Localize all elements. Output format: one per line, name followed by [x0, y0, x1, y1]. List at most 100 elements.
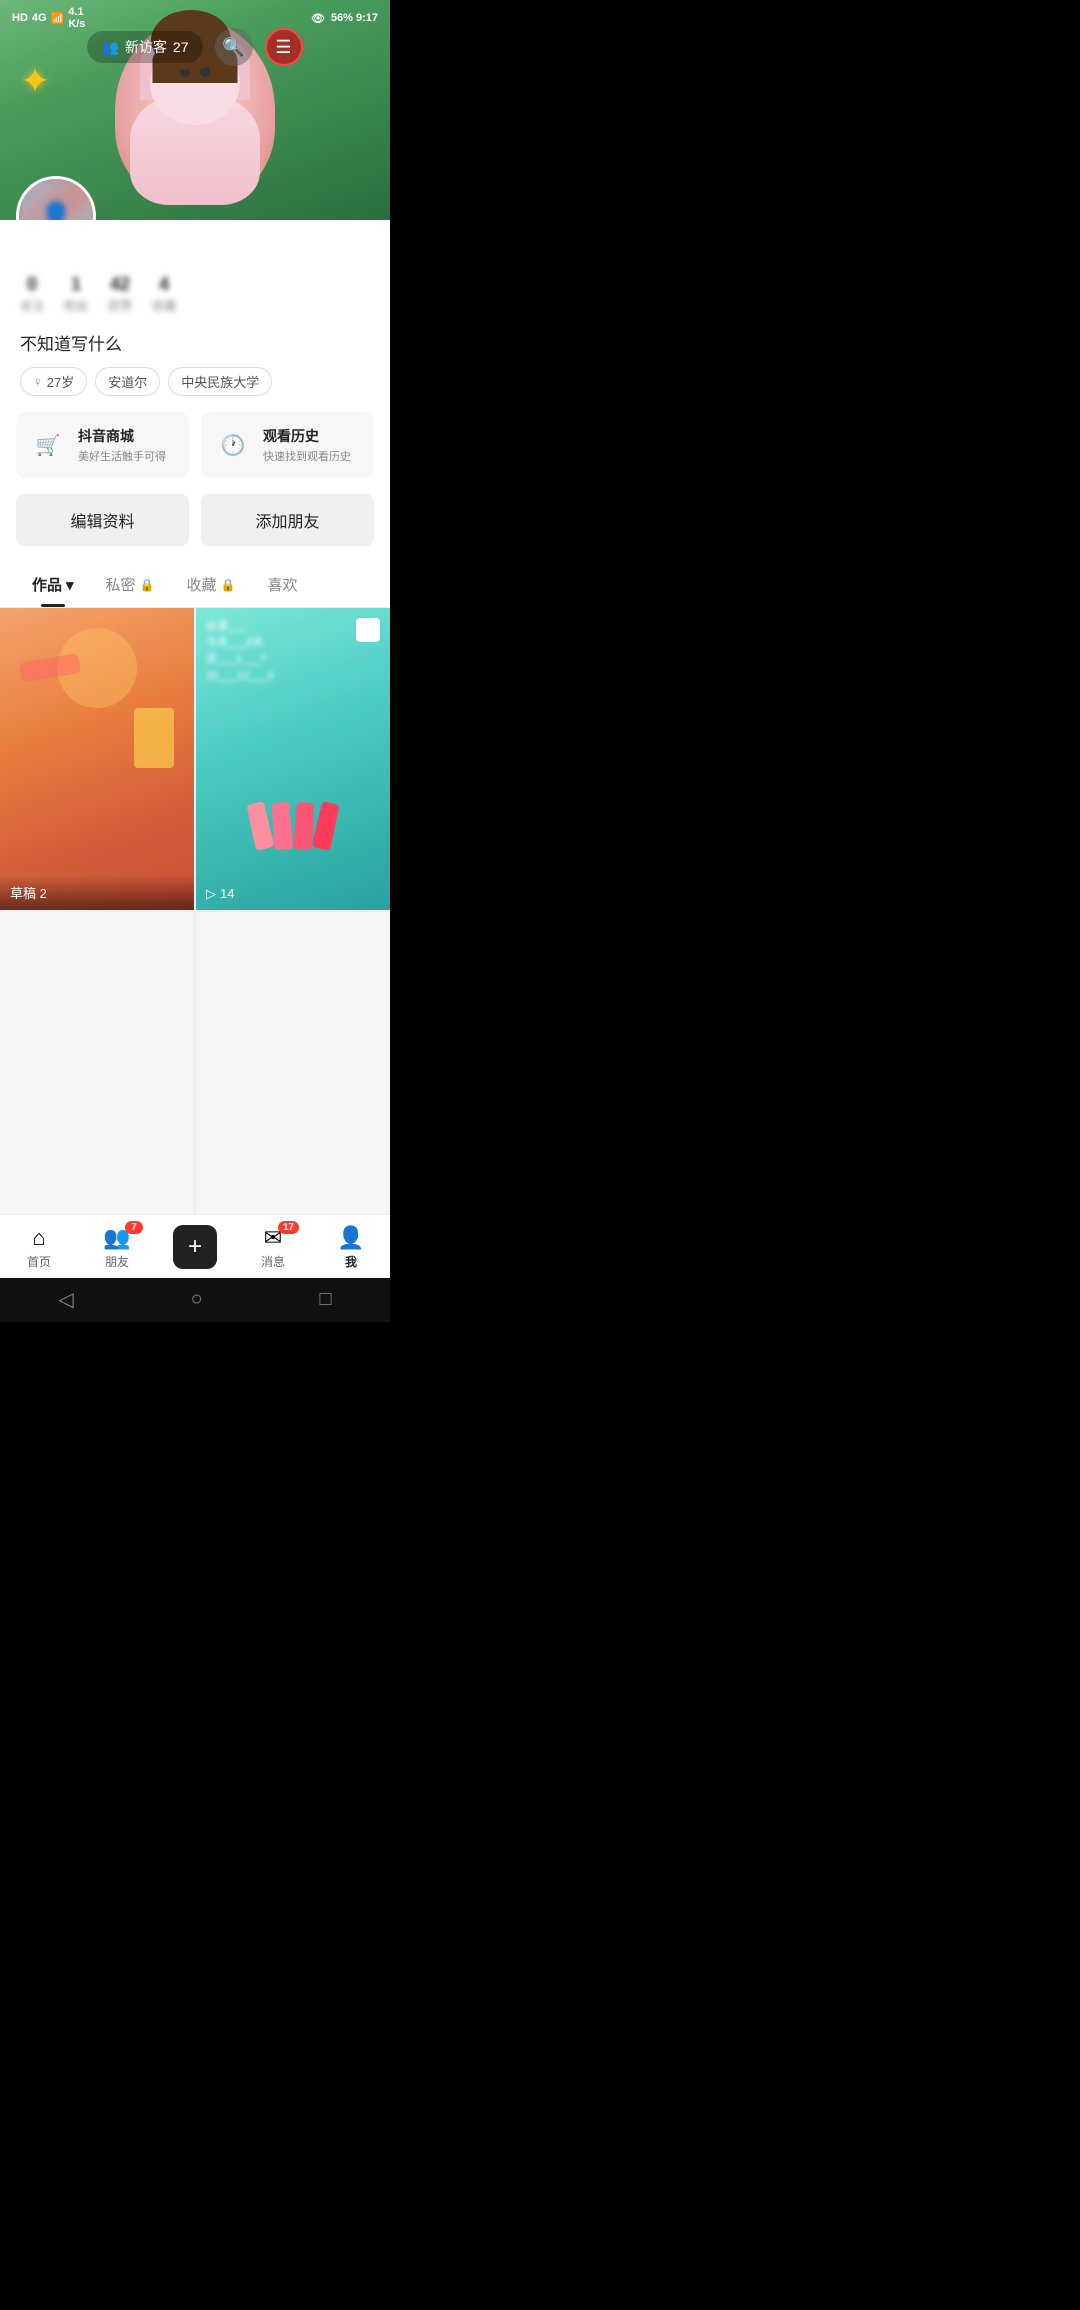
tab-works[interactable]: 作品 ▾ — [16, 562, 90, 607]
edit-profile-button[interactable]: 编辑资料 — [16, 494, 189, 546]
stat-likes-label: 获赞 — [108, 297, 132, 314]
stat-likes-num: 42 — [110, 274, 130, 295]
tag-school-text: 中央民族大学 — [181, 372, 259, 391]
thumb-draft[interactable]: 草稿 2 — [0, 608, 194, 910]
status-bar: HD 4G 📶 4.1K/s 👁 56% 9:17 — [0, 0, 390, 34]
thumb-info-line3: 还___1___? — [206, 651, 380, 668]
app-container: HD 4G 📶 4.1K/s 👁 56% 9:17 ✦ — [0, 0, 390, 1322]
content-grid: 草稿 2 @菠___ 今天___6天 还___1___? 20___12___d — [0, 608, 390, 1214]
bio-text: 不知道写什么 — [20, 330, 370, 355]
nav-create[interactable]: + — [165, 1225, 225, 1269]
status-battery-icon: 👁 — [311, 12, 325, 25]
stat-fans-num: 1 — [71, 274, 81, 295]
tag-school[interactable]: 中央民族大学 — [168, 367, 272, 396]
shop-title: 抖音商城 — [78, 426, 166, 446]
visitor-label: 新访客 — [125, 37, 167, 57]
tab-private-label: 私密 — [106, 574, 136, 595]
add-friend-button[interactable]: 添加朋友 — [201, 494, 374, 546]
stat-likes[interactable]: 42 获赞 — [108, 274, 132, 314]
tab-private-lock-icon: 🔒 — [140, 578, 155, 592]
stat-collect-label: 收藏 — [152, 297, 176, 314]
tab-works-arrow: ▾ — [66, 576, 74, 594]
stat-collect-num: 4 — [159, 274, 169, 295]
history-icon: 🕐 — [215, 427, 251, 463]
action-buttons: 编辑资料 添加朋友 — [0, 494, 390, 562]
tabs-section: 作品 ▾ 私密 🔒 收藏 🔒 喜欢 — [0, 562, 390, 608]
messages-badge: 17 — [278, 1221, 299, 1234]
plus-icon: + — [188, 1233, 202, 1261]
tag-location[interactable]: 安道尔 — [95, 367, 160, 396]
tab-collect-lock-icon: 🔒 — [221, 578, 236, 592]
tab-likes-label: 喜欢 — [267, 574, 297, 595]
nav-messages-label: 消息 — [261, 1253, 285, 1270]
nav-friends-label: 朋友 — [105, 1253, 129, 1270]
status-hd: HD — [12, 12, 28, 24]
tag-location-text: 安道尔 — [108, 372, 147, 391]
stat-collect[interactable]: 4 收藏 — [152, 274, 176, 314]
tags-row: ♀ 27岁 安道尔 中央民族大学 — [20, 367, 370, 396]
search-icon: 🔍 — [222, 37, 244, 58]
thumb-info-line4: 20___12___d — [206, 668, 380, 685]
nav-me[interactable]: 👤 我 — [321, 1225, 381, 1270]
tag-gender-age[interactable]: ♀ 27岁 — [20, 367, 87, 396]
tab-collect-label: 收藏 — [187, 574, 217, 595]
shop-subtitle: 美好生活触手可得 — [78, 448, 166, 464]
gender-icon: ♀ — [33, 374, 43, 389]
thumb-empty-1 — [0, 912, 194, 1214]
tab-works-label: 作品 — [32, 574, 62, 595]
stat-fans[interactable]: 1 粉丝 — [64, 274, 88, 314]
shop-card[interactable]: 🛒 抖音商城 美好生活触手可得 — [16, 412, 189, 478]
bottom-nav: ⌂ 首页 👥 7 朋友 + ✉ 17 消息 👤 我 — [0, 1214, 390, 1278]
draft-label: 草稿 2 — [10, 883, 184, 902]
friends-badge: 7 — [125, 1221, 143, 1234]
create-button[interactable]: + — [173, 1225, 217, 1269]
home-button[interactable]: ○ — [191, 1288, 203, 1311]
thumb-video[interactable]: @菠___ 今天___6天 还___1___? 20___12___d ▷ 14 — [196, 608, 390, 910]
thumb-draft-overlay: 草稿 2 — [0, 875, 194, 910]
nav-friends[interactable]: 👥 7 朋友 — [87, 1225, 147, 1270]
nav-home-label: 首页 — [27, 1253, 51, 1270]
avatar: 👤 — [16, 176, 96, 220]
status-left: HD 4G 📶 4.1K/s — [12, 6, 85, 30]
history-subtitle: 快速找到观看历史 — [263, 448, 351, 464]
tab-collect[interactable]: 收藏 🔒 — [171, 562, 252, 607]
tabs-row: 作品 ▾ 私密 🔒 收藏 🔒 喜欢 — [0, 562, 390, 607]
shop-icon: 🛒 — [30, 427, 66, 463]
status-right: 👁 56% 9:17 — [311, 12, 378, 25]
tab-private[interactable]: 私密 🔒 — [90, 562, 171, 607]
stat-following[interactable]: 0 关注 — [20, 274, 44, 314]
thumb-info-line2: 今天___6天 — [206, 635, 380, 652]
stat-following-label: 关注 — [20, 297, 44, 314]
history-text: 观看历史 快速找到观看历史 — [263, 426, 351, 464]
visitor-count: 27 — [173, 39, 189, 55]
play-count-num: 14 — [220, 886, 234, 901]
nav-home[interactable]: ⌂ 首页 — [9, 1225, 69, 1270]
thumb-empty-2 — [196, 912, 390, 1214]
status-battery: 56% 9:17 — [331, 12, 378, 24]
visitor-icon: 👥 — [101, 39, 118, 56]
home-icon: ⌂ — [32, 1225, 45, 1251]
history-title: 观看历史 — [263, 426, 351, 446]
recents-button[interactable]: □ — [319, 1288, 331, 1311]
history-card[interactable]: 🕐 观看历史 快速找到观看历史 — [201, 412, 374, 478]
stats-bar: 0 关注 1 粉丝 42 获赞 4 收藏 — [0, 270, 390, 322]
visitor-badge[interactable]: 👥 新访客 27 — [87, 31, 202, 63]
quick-actions: 🛒 抖音商城 美好生活触手可得 🕐 观看历史 快速找到观看历史 — [0, 412, 390, 494]
thumb-info-line1: @菠___ — [206, 618, 380, 635]
back-button[interactable]: ◁ — [58, 1287, 73, 1312]
thumb-info: @菠___ 今天___6天 还___1___? 20___12___d — [206, 618, 380, 684]
nav-messages[interactable]: ✉ 17 消息 — [243, 1225, 303, 1270]
play-count: ▷ 14 — [206, 886, 234, 902]
profile-section: 不知道写什么 ♀ 27岁 安道尔 中央民族大学 — [0, 322, 390, 412]
stat-fans-label: 粉丝 — [64, 297, 88, 314]
status-wifi: 📶 — [51, 12, 65, 25]
status-signal: 4G — [32, 12, 47, 24]
nav-me-label: 我 — [345, 1253, 357, 1270]
star-decoration: ✦ — [20, 60, 50, 102]
menu-icon: ☰ — [275, 37, 291, 58]
android-nav: ◁ ○ □ — [0, 1278, 390, 1322]
me-icon: 👤 — [337, 1225, 364, 1251]
status-speed: 4.1K/s — [68, 6, 85, 30]
tab-likes[interactable]: 喜欢 — [251, 562, 313, 607]
shop-text: 抖音商城 美好生活触手可得 — [78, 426, 166, 464]
